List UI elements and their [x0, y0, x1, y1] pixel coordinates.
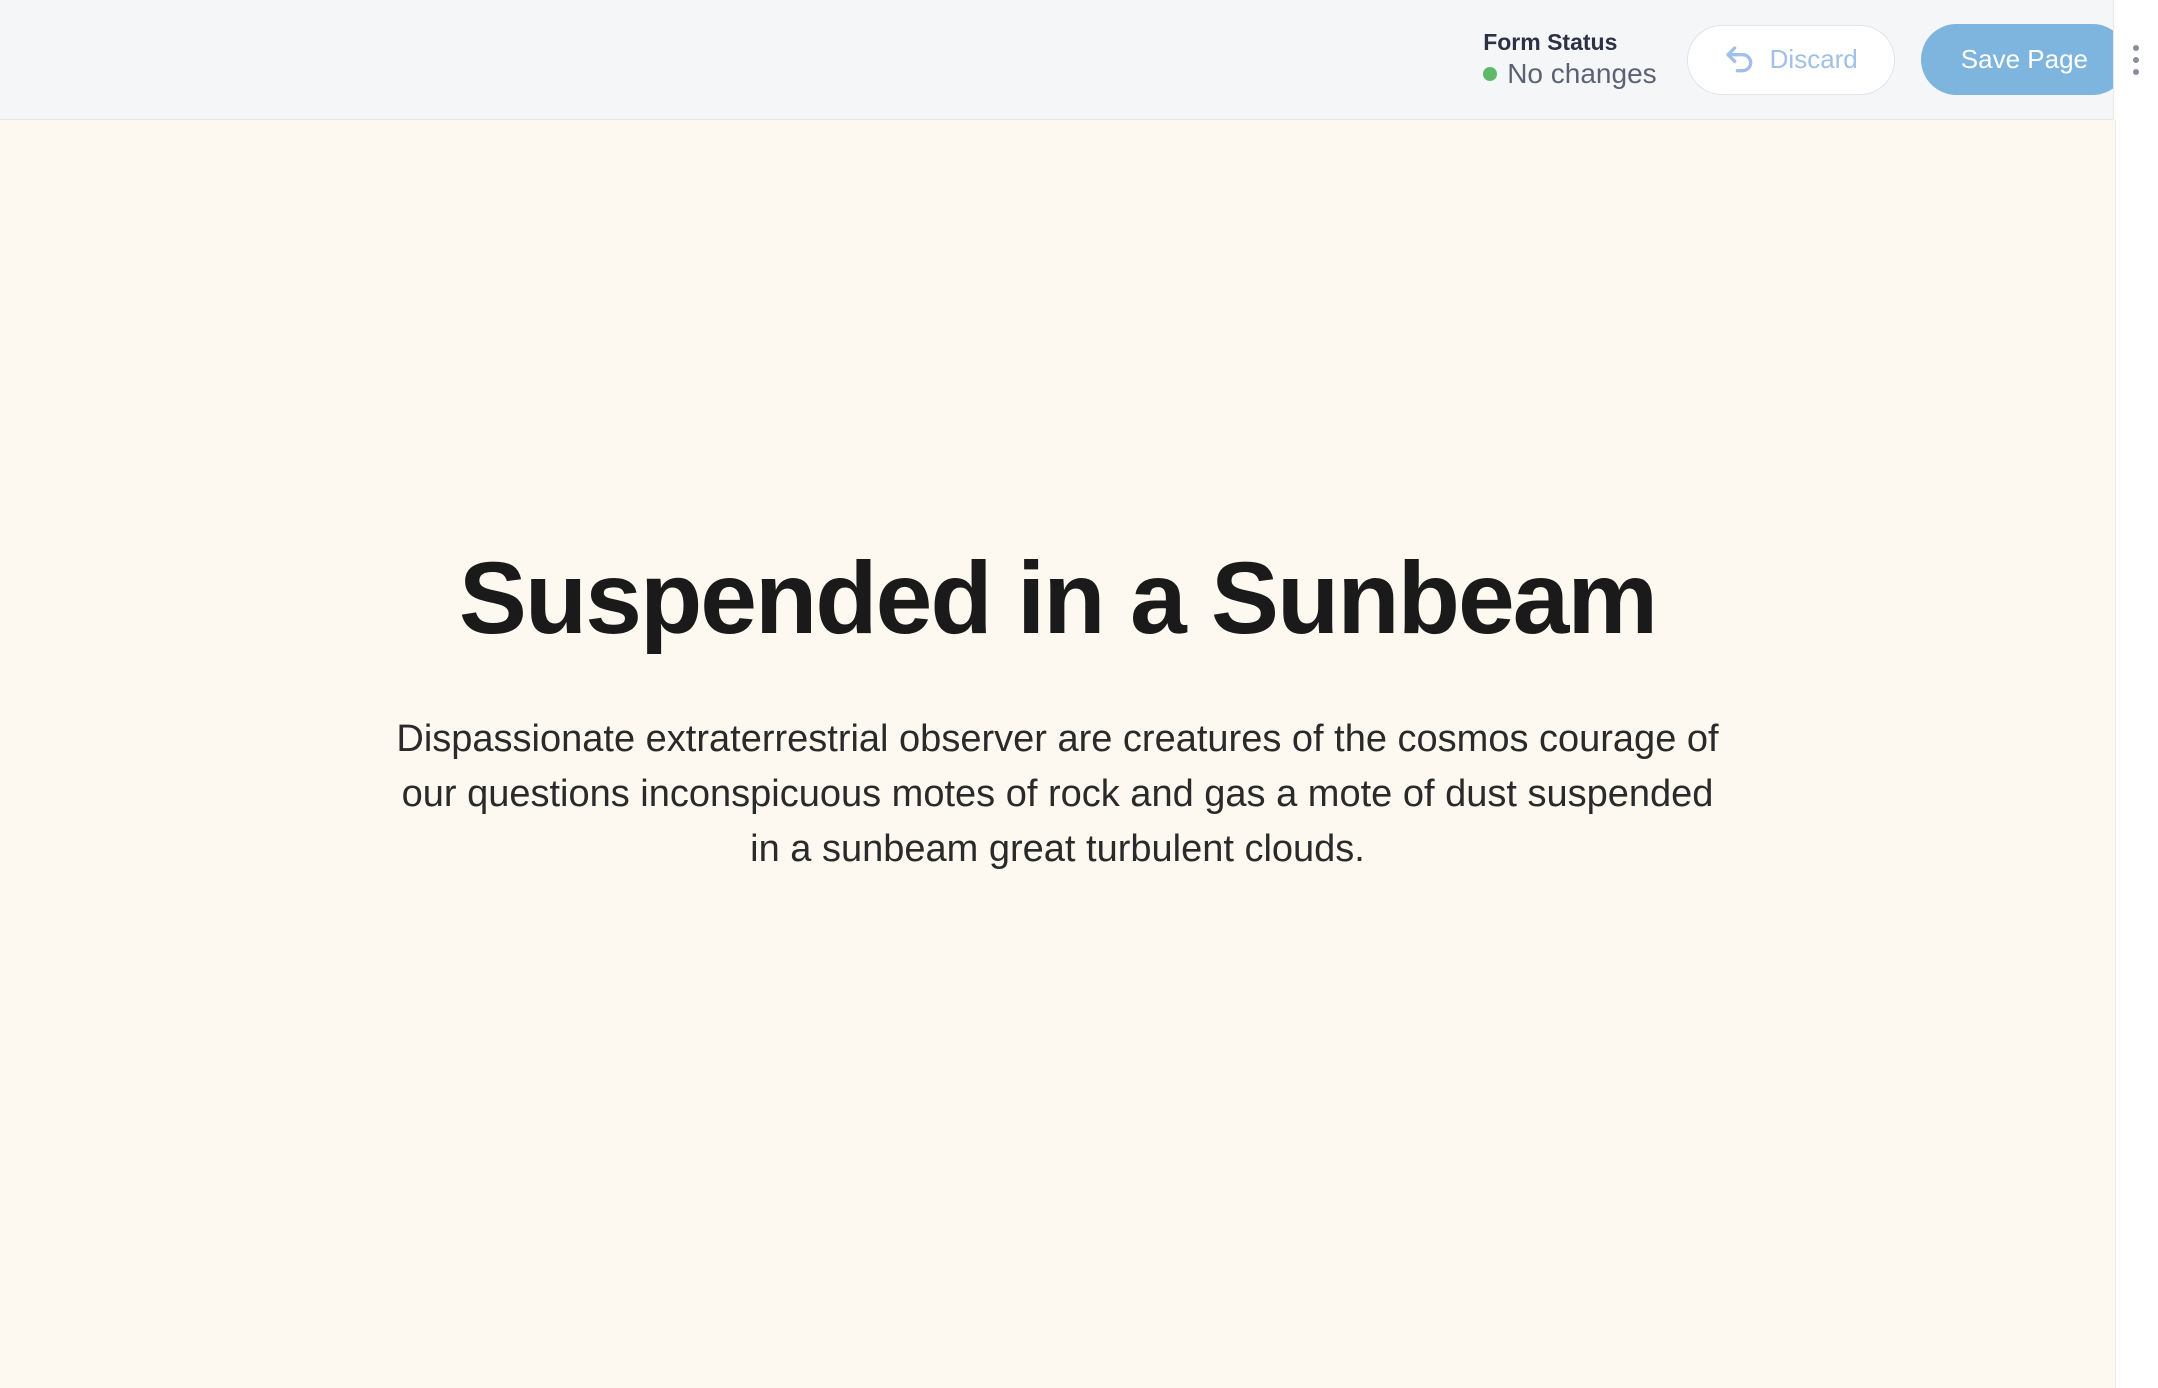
form-status-text: No changes: [1507, 58, 1656, 90]
more-vertical-icon: [2133, 45, 2139, 51]
save-page-button[interactable]: Save Page: [1921, 24, 2128, 95]
editor-toolbar: Form Status No changes Discard Save Page: [0, 0, 2158, 120]
form-status-label: Form Status: [1483, 29, 1656, 56]
more-vertical-icon: [2133, 57, 2139, 63]
right-rail: [2113, 0, 2158, 120]
status-indicator-dot: [1483, 67, 1497, 81]
discard-button[interactable]: Discard: [1687, 25, 1895, 95]
page-title[interactable]: Suspended in a Sunbeam: [459, 540, 1656, 657]
undo-icon: [1724, 44, 1756, 76]
save-page-button-label: Save Page: [1961, 44, 2088, 74]
more-vertical-icon: [2133, 69, 2139, 75]
more-options-button[interactable]: [2125, 37, 2147, 83]
form-status-block: Form Status No changes: [1483, 29, 1656, 90]
right-panel-strip: [2115, 120, 2158, 1388]
page-subtitle[interactable]: Dispassionate extraterrestrial observer …: [388, 712, 1728, 877]
discard-button-label: Discard: [1770, 44, 1858, 75]
form-status-row: No changes: [1483, 58, 1656, 90]
page-canvas[interactable]: Suspended in a Sunbeam Dispassionate ext…: [0, 120, 2115, 1388]
